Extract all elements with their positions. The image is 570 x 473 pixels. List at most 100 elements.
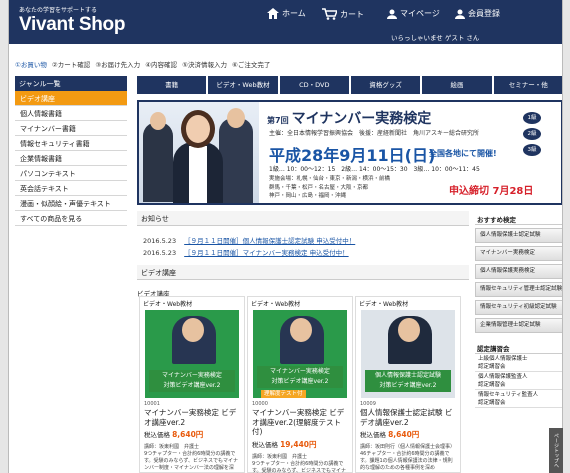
- banner-title-prefix: 第7回: [267, 116, 289, 125]
- recommend-heading: おすすめ検定: [475, 212, 562, 225]
- news-item: 2016.5.23 ［９月１１日開催］個人情報保護士認定試験 申込受付中！: [143, 235, 355, 245]
- tab-books[interactable]: 書籍: [137, 76, 207, 94]
- user-icon: [387, 9, 397, 19]
- banner-sponsor: 主催：全日本情報学習振興協会 後援：産経新聞社 角川アスキー総合研究所: [269, 130, 480, 137]
- tab-video-web[interactable]: ビデオ・Web教材: [208, 76, 278, 94]
- site-header: あなたの学習をサポートする Vivant Shop ホーム カート マイページ …: [9, 0, 562, 44]
- nav-mypage-label: マイページ: [400, 9, 440, 18]
- news-date: 2016.5.23: [143, 237, 177, 245]
- step-2: ②カート確認: [51, 61, 91, 69]
- news-heading: お知らせ: [137, 211, 469, 226]
- video-section-heading: ビデオ講座: [137, 265, 469, 280]
- tab-paintings[interactable]: 絵画: [422, 76, 492, 94]
- price-label: 税込価格: [360, 431, 386, 439]
- product-name[interactable]: 個人情報保護士認定試験 ビデオ講座ver.2: [356, 407, 460, 428]
- sidebar-item-mynumber-books[interactable]: マイナンバー書籍: [15, 121, 127, 136]
- step-3: ③お届け先入力: [95, 61, 141, 69]
- sidebar-item-manga-texts[interactable]: 漫画・似顔絵・声優テキスト: [15, 196, 127, 211]
- product-image-line: 対策ビデオ講座ver.2: [163, 382, 221, 389]
- step-4: ④内容確認: [145, 61, 178, 69]
- step-6: ⑥ご注文完了: [232, 61, 271, 69]
- product-price: 税込価格 8,640円: [140, 428, 244, 441]
- site-logo[interactable]: Vivant Shop: [19, 14, 125, 36]
- product-image[interactable]: マイナンバー実務検定 対策ビデオ講座ver.2 理解度テスト付: [253, 310, 347, 398]
- recommend-link[interactable]: 個人情報保護士認定試験: [475, 228, 562, 243]
- nav-register[interactable]: 会員登録: [455, 8, 500, 19]
- news-item: 2016.5.23 ［９月１１日開催］マイナンバー実務検定 申込受付中！: [143, 247, 349, 257]
- product-image-badge: 理解度テスト付: [261, 390, 306, 398]
- product-card[interactable]: ビデオ・Web教材 個人情報保護士認定試験 対策ビデオ講座ver.2 10009 …: [355, 296, 461, 473]
- logo-tagline: あなたの学習をサポートする: [19, 7, 98, 14]
- course-link[interactable]: 上級個人情報保護士 認定講習会: [475, 354, 562, 372]
- product-description: 講師：坂田則行（個人情報保護士会理事） 46チャプター・合計約6時間分の講義です…: [360, 444, 456, 471]
- course-link[interactable]: 情報セキュリティ監査人 認定講習会: [475, 390, 562, 408]
- nav-cart[interactable]: カート: [322, 8, 364, 20]
- banner-venue-line: 群馬・千葉・松戸・名古屋・大阪・京都: [269, 184, 369, 191]
- product-image-line: 個人情報保護士認定試験: [374, 372, 441, 379]
- banner-date: 平成28年9月11日(日): [269, 146, 436, 165]
- sidebar-item-corporate-books[interactable]: 企業情報書籍: [15, 151, 127, 166]
- sidebar-title: ジャンル一覧: [15, 76, 127, 91]
- banner-title-main: マイナンバー実務検定: [291, 111, 432, 127]
- news-link[interactable]: ［９月１１日開催］マイナンバー実務検定 申込受付中！: [184, 249, 348, 257]
- recommend-link[interactable]: 情報セキュリティ初級認定試験: [475, 300, 562, 315]
- price-label: 税込価格: [252, 440, 278, 449]
- product-image[interactable]: 個人情報保護士認定試験 対策ビデオ講座ver.2: [361, 310, 455, 398]
- recommend-link[interactable]: 企業情報管理士認定試験: [475, 318, 562, 333]
- banner-level-3: 3級: [523, 144, 541, 156]
- nav-cart-label: カート: [340, 9, 364, 19]
- banner-venues: 実施会場：札幌・仙台・東京・新潟・横浜・前橋 群馬・千葉・松戸・名古屋・大阪・京…: [269, 175, 390, 201]
- banner-level-1: 1級: [523, 112, 541, 124]
- sidebar-item-all-products[interactable]: すべての商品を見る: [15, 211, 127, 226]
- nav-mypage[interactable]: マイページ: [387, 8, 440, 19]
- exam-banner[interactable]: 第7回 マイナンバー実務検定 主催：全日本情報学習振興協会 後援：産経新聞社 角川…: [137, 100, 562, 205]
- right-sidebar: おすすめ検定 個人情報保護士認定試験 マイナンバー実務検定 個人情報保護実務検定…: [475, 212, 562, 408]
- sidebar-item-security-books[interactable]: 情報セキュリティ書籍: [15, 136, 127, 151]
- step-1: ①お買い物: [15, 61, 47, 69]
- product-code: 10000: [252, 401, 268, 407]
- page-top-button[interactable]: ページトップへ: [549, 428, 563, 473]
- news-link[interactable]: ［９月１１日開催］個人情報保護士認定試験 申込受付中！: [184, 237, 355, 245]
- product-tag: ビデオ・Web教材: [359, 301, 409, 308]
- nav-home[interactable]: ホーム: [267, 8, 306, 19]
- nav-home-label: ホーム: [282, 9, 306, 18]
- product-image[interactable]: マイナンバー実務検定 対策ビデオ講座ver.2: [145, 310, 239, 398]
- product-name[interactable]: マイナンバー実務検定 ビデオ講座ver.2: [140, 407, 244, 428]
- checkout-steps: ①お買い物 ②カート確認 ③お届け先入力 ④内容確認 ⑤決済情報入力 ⑥ご注文完…: [15, 59, 273, 69]
- page: あなたの学習をサポートする Vivant Shop ホーム カート マイページ …: [8, 0, 563, 473]
- welcome-message: いらっしゃいませ ゲスト さん: [391, 34, 480, 42]
- news-date: 2016.5.23: [143, 249, 177, 257]
- tab-goods[interactable]: 資格グッズ: [350, 76, 421, 94]
- price-value: 8,640円: [172, 430, 204, 439]
- home-icon: [267, 8, 279, 19]
- cart-icon: [322, 8, 337, 20]
- nav-register-label: 会員登録: [468, 9, 500, 18]
- product-price: 税込価格 19,440円: [248, 438, 352, 451]
- product-card[interactable]: ビデオ・Web教材 マイナンバー実務検定 対策ビデオ講座ver.2 10001 マ…: [139, 296, 245, 473]
- recommend-link[interactable]: 個人情報保護実務検定: [475, 264, 562, 279]
- product-tag: ビデオ・Web教材: [143, 301, 193, 308]
- tab-cd-dvd[interactable]: CD・DVD: [279, 76, 349, 94]
- banner-level-2: 2級: [523, 128, 541, 140]
- product-image-line: 対策ビデオ講座ver.2: [379, 382, 437, 389]
- banner-venue-line: 実施会場：札幌・仙台・東京・新潟・横浜・前橋: [269, 176, 391, 182]
- sidebar-item-english-texts[interactable]: 英会話テキスト: [15, 181, 127, 196]
- banner-date-note: 全国各地にて開催!: [429, 149, 497, 158]
- product-code: 10009: [360, 401, 376, 407]
- recommend-link[interactable]: マイナンバー実務検定: [475, 246, 562, 261]
- course-link[interactable]: 個人情報保護監査人 認定講習会: [475, 372, 562, 390]
- product-name[interactable]: マイナンバー実務検定 ビデオ講座ver.2(理解度テスト付): [248, 407, 352, 438]
- product-image-line: マイナンバー実務検定: [162, 372, 222, 379]
- banner-title: 第7回 マイナンバー実務検定: [267, 108, 431, 128]
- sidebar-item-privacy-books[interactable]: 個人情報書籍: [15, 106, 127, 121]
- tab-seminars[interactable]: セミナー・他: [493, 76, 562, 94]
- product-description: 講師：坂東利國 弁護士 9つチャプター・合計約6時間分の講義です。受験のみならず…: [144, 444, 238, 471]
- recommend-link[interactable]: 情報セキュリティ管理士認定試験: [475, 282, 562, 297]
- banner-venue-line: 神戸・岡山・広島・福岡・沖縄: [269, 193, 347, 199]
- product-card[interactable]: ビデオ・Web教材 マイナンバー実務検定 対策ビデオ講座ver.2 理解度テスト付…: [247, 296, 353, 473]
- genre-sidebar: ジャンル一覧 ビデオ講座 個人情報書籍 マイナンバー書籍 情報セキュリティ書籍 …: [15, 76, 127, 226]
- category-tabs: 書籍 ビデオ・Web教材 CD・DVD 資格グッズ 絵画 セミナー・他: [137, 76, 562, 94]
- price-value: 19,440円: [280, 439, 317, 449]
- sidebar-item-video[interactable]: ビデオ講座: [15, 91, 127, 106]
- sidebar-item-pc-texts[interactable]: パソコンテキスト: [15, 166, 127, 181]
